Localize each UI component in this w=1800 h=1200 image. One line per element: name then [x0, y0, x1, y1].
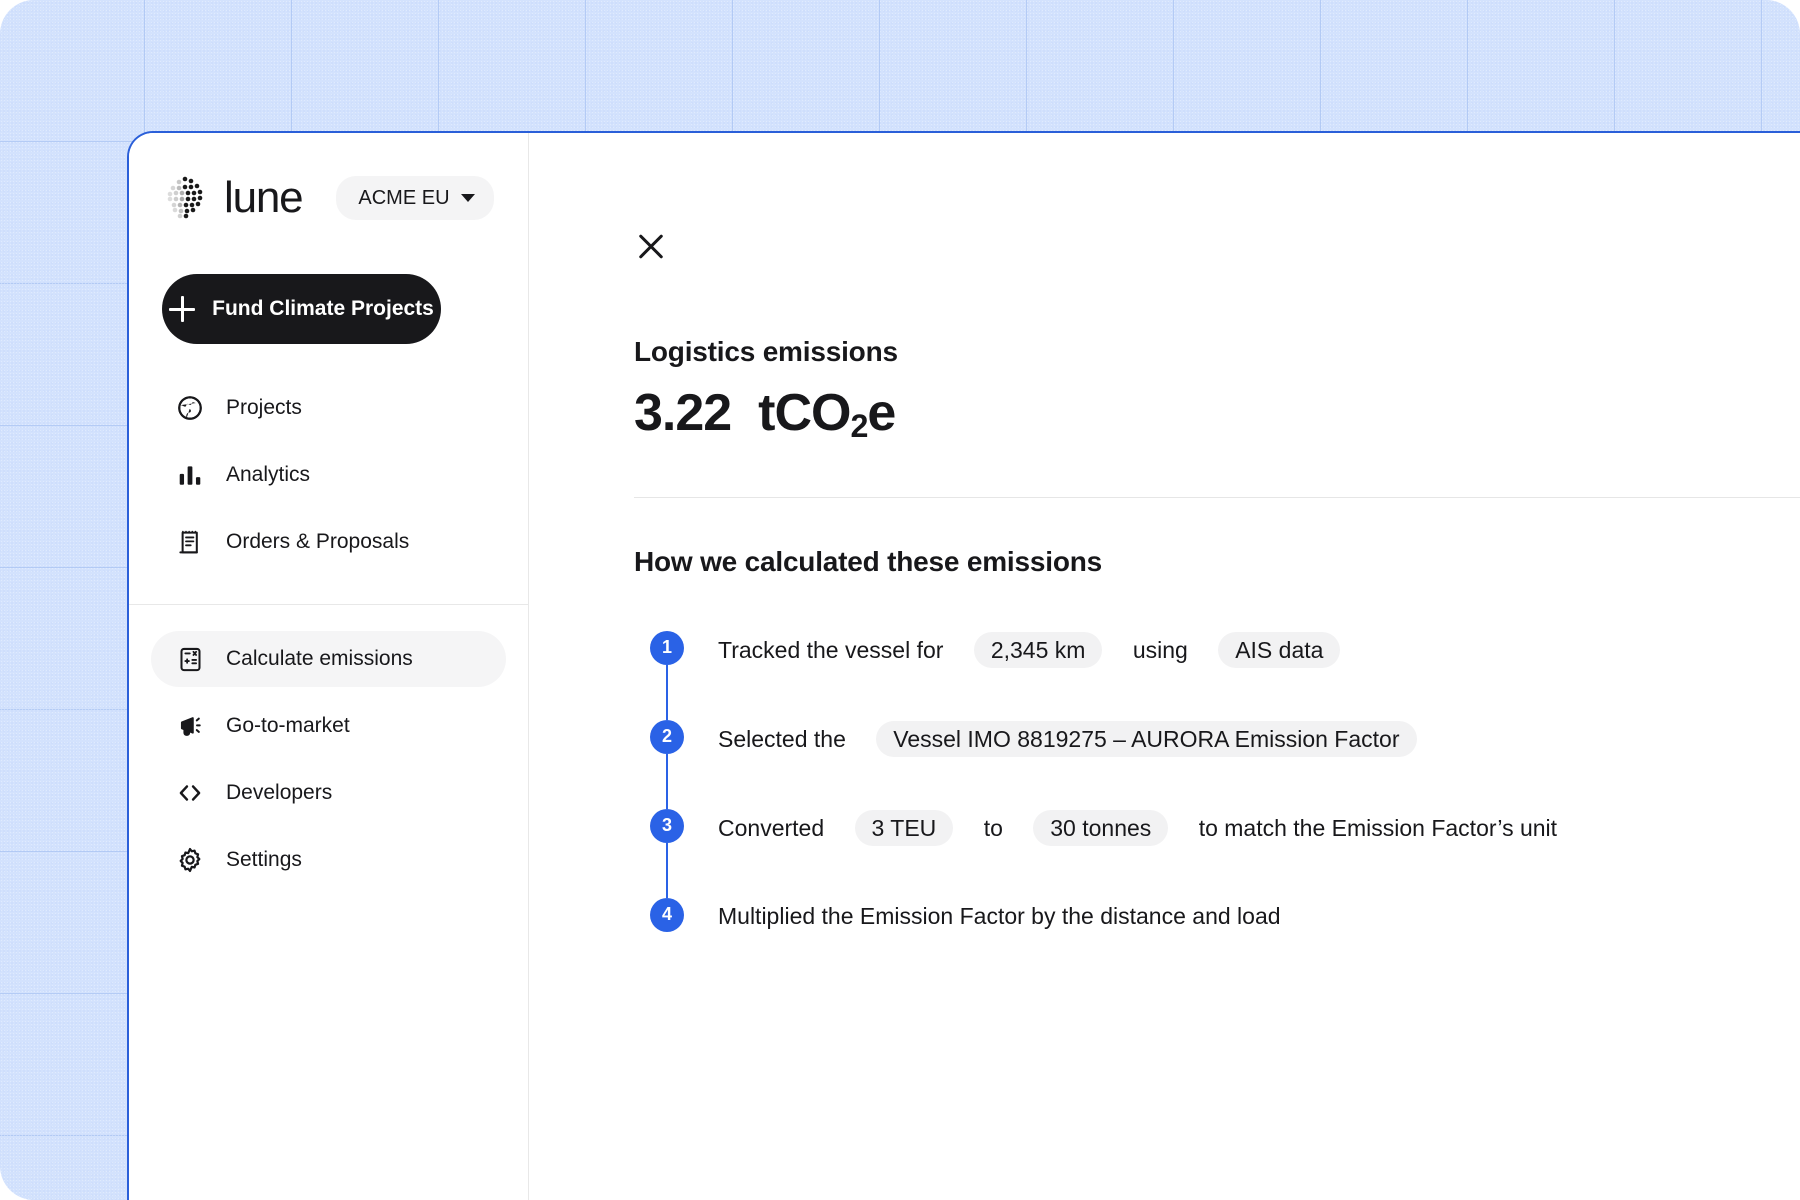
emissions-unit-subscript: 2 [850, 408, 868, 445]
fund-climate-projects-button[interactable]: Fund Climate Projects [162, 274, 441, 344]
step-marker-column: 4 [650, 897, 684, 932]
bar-chart-icon [176, 461, 204, 489]
step-text-fragment: Converted [718, 814, 825, 841]
step-marker-column: 2 [650, 719, 684, 809]
sidebar-item-developers[interactable]: Developers [151, 765, 506, 821]
step-value-pill[interactable]: 3 TEU [854, 809, 954, 846]
step-number-badge: 3 [650, 808, 684, 843]
step-value-pill[interactable]: 30 tonnes [1033, 809, 1169, 846]
step-text: Multiplied the Emission Factor by the di… [718, 898, 1289, 933]
sidebar-item-label: Orders & Proposals [226, 530, 410, 553]
step-spacer [951, 633, 973, 667]
step-spacer [854, 722, 876, 756]
calculation-steps: 1 Tracked the vessel for 2,345 km using A… [634, 630, 1800, 958]
sidebar-item-label: Go-to-market [226, 714, 350, 737]
step-text: Converted 3 TEU to 30 tonnes to match th… [718, 809, 1565, 846]
step-spacer [953, 811, 975, 845]
emissions-metric: 3.22 tCO2e [634, 384, 1800, 445]
brand-row: lune ACME EU [129, 133, 528, 221]
close-icon[interactable] [634, 229, 668, 263]
sidebar-item-label: Projects [226, 396, 302, 419]
sidebar-item-analytics[interactable]: Analytics [151, 447, 506, 503]
sidebar-group-primary: Projects Analytics Orders & Proposals [129, 380, 528, 570]
step-text: Selected the Vessel IMO 8819275 – AURORA… [718, 720, 1439, 757]
sidebar-item-label: Analytics [226, 463, 311, 486]
step-number-badge: 4 [650, 897, 684, 932]
step-text-fragment: Selected the [718, 725, 846, 752]
step-text-fragment: to match the Emission Factor’s unit [1198, 814, 1558, 841]
sidebar-item-orders-proposals[interactable]: Orders & Proposals [151, 514, 506, 570]
sidebar-item-label: Developers [226, 781, 333, 804]
plus-icon [169, 296, 196, 322]
step-connector-line [666, 842, 668, 898]
calculation-step: 1 Tracked the vessel for 2,345 km using A… [634, 630, 1800, 720]
megaphone-icon [176, 712, 204, 740]
org-selector[interactable]: ACME EU [336, 176, 494, 220]
step-spacer [1168, 811, 1190, 845]
calculation-section-title: How we calculated these emissions [634, 545, 1103, 577]
org-selector-label: ACME EU [358, 186, 450, 209]
app-window: lune ACME EU Fund Climate Projects Proje… [127, 131, 1800, 1200]
sidebar-item-settings[interactable]: Settings [151, 832, 506, 888]
fund-climate-projects-label: Fund Climate Projects [212, 297, 434, 320]
calculation-step: 4 Multiplied the Emission Factor by the d… [634, 897, 1800, 958]
step-spacer [1196, 633, 1218, 667]
sidebar-item-label: Calculate emissions [226, 647, 413, 670]
step-value-pill[interactable]: AIS data [1218, 631, 1341, 668]
brand-wordmark: lune [224, 173, 304, 222]
emissions-unit-suffix: e [867, 384, 896, 442]
emissions-unit-prefix: tCO [758, 384, 851, 442]
calculation-step: 2 Selected the Vessel IMO 8819275 – AUROR… [634, 719, 1800, 809]
gear-icon [176, 846, 204, 874]
step-marker-column: 1 [650, 630, 684, 720]
step-number-badge: 2 [650, 719, 684, 754]
calculation-step: 3 Converted 3 TEU to 30 tonnes to match t… [634, 808, 1800, 898]
sidebar-item-go-to-market[interactable]: Go-to-market [151, 698, 506, 754]
sidebar: lune ACME EU Fund Climate Projects Proje… [129, 133, 529, 1200]
step-spacer [1011, 811, 1033, 845]
step-text: Tracked the vessel for 2,345 km using AI… [718, 631, 1363, 668]
globe-icon [176, 394, 204, 422]
sidebar-item-label: Settings [226, 848, 302, 871]
calculator-icon [176, 645, 204, 673]
step-text-fragment: using [1132, 636, 1188, 663]
main-content: Logistics emissions 3.22 tCO2e How we ca… [529, 133, 1800, 1200]
step-spacer [1340, 633, 1362, 667]
receipt-icon [176, 528, 204, 556]
step-spacer [1102, 633, 1124, 667]
step-text-fragment: Tracked the vessel for [718, 636, 944, 663]
lune-dot-grid-icon [162, 175, 208, 221]
step-connector-line [666, 664, 668, 720]
page-title: Logistics emissions [634, 336, 898, 367]
step-connector-line [666, 753, 668, 809]
sidebar-item-calculate-emissions[interactable]: Calculate emissions [151, 631, 506, 687]
code-brackets-icon [176, 779, 204, 807]
step-text-fragment: Multiplied the Emission Factor by the di… [718, 902, 1281, 929]
step-value-pill[interactable]: Vessel IMO 8819275 – AURORA Emission Fac… [876, 720, 1417, 757]
emissions-value: 3.22 [634, 384, 732, 442]
chevron-down-icon [460, 194, 475, 202]
sidebar-group-secondary: Calculate emissions Go-to-market Develop… [129, 605, 528, 888]
step-text-fragment: to [983, 814, 1003, 841]
step-spacer [1417, 722, 1439, 756]
screenshot-root: lune ACME EU Fund Climate Projects Proje… [0, 0, 1800, 1200]
step-value-pill[interactable]: 2,345 km [973, 631, 1103, 668]
step-number-badge: 1 [650, 630, 684, 665]
step-marker-column: 3 [650, 808, 684, 898]
sidebar-item-projects[interactable]: Projects [151, 380, 506, 436]
section-divider [634, 496, 1800, 498]
step-spacer [832, 811, 854, 845]
